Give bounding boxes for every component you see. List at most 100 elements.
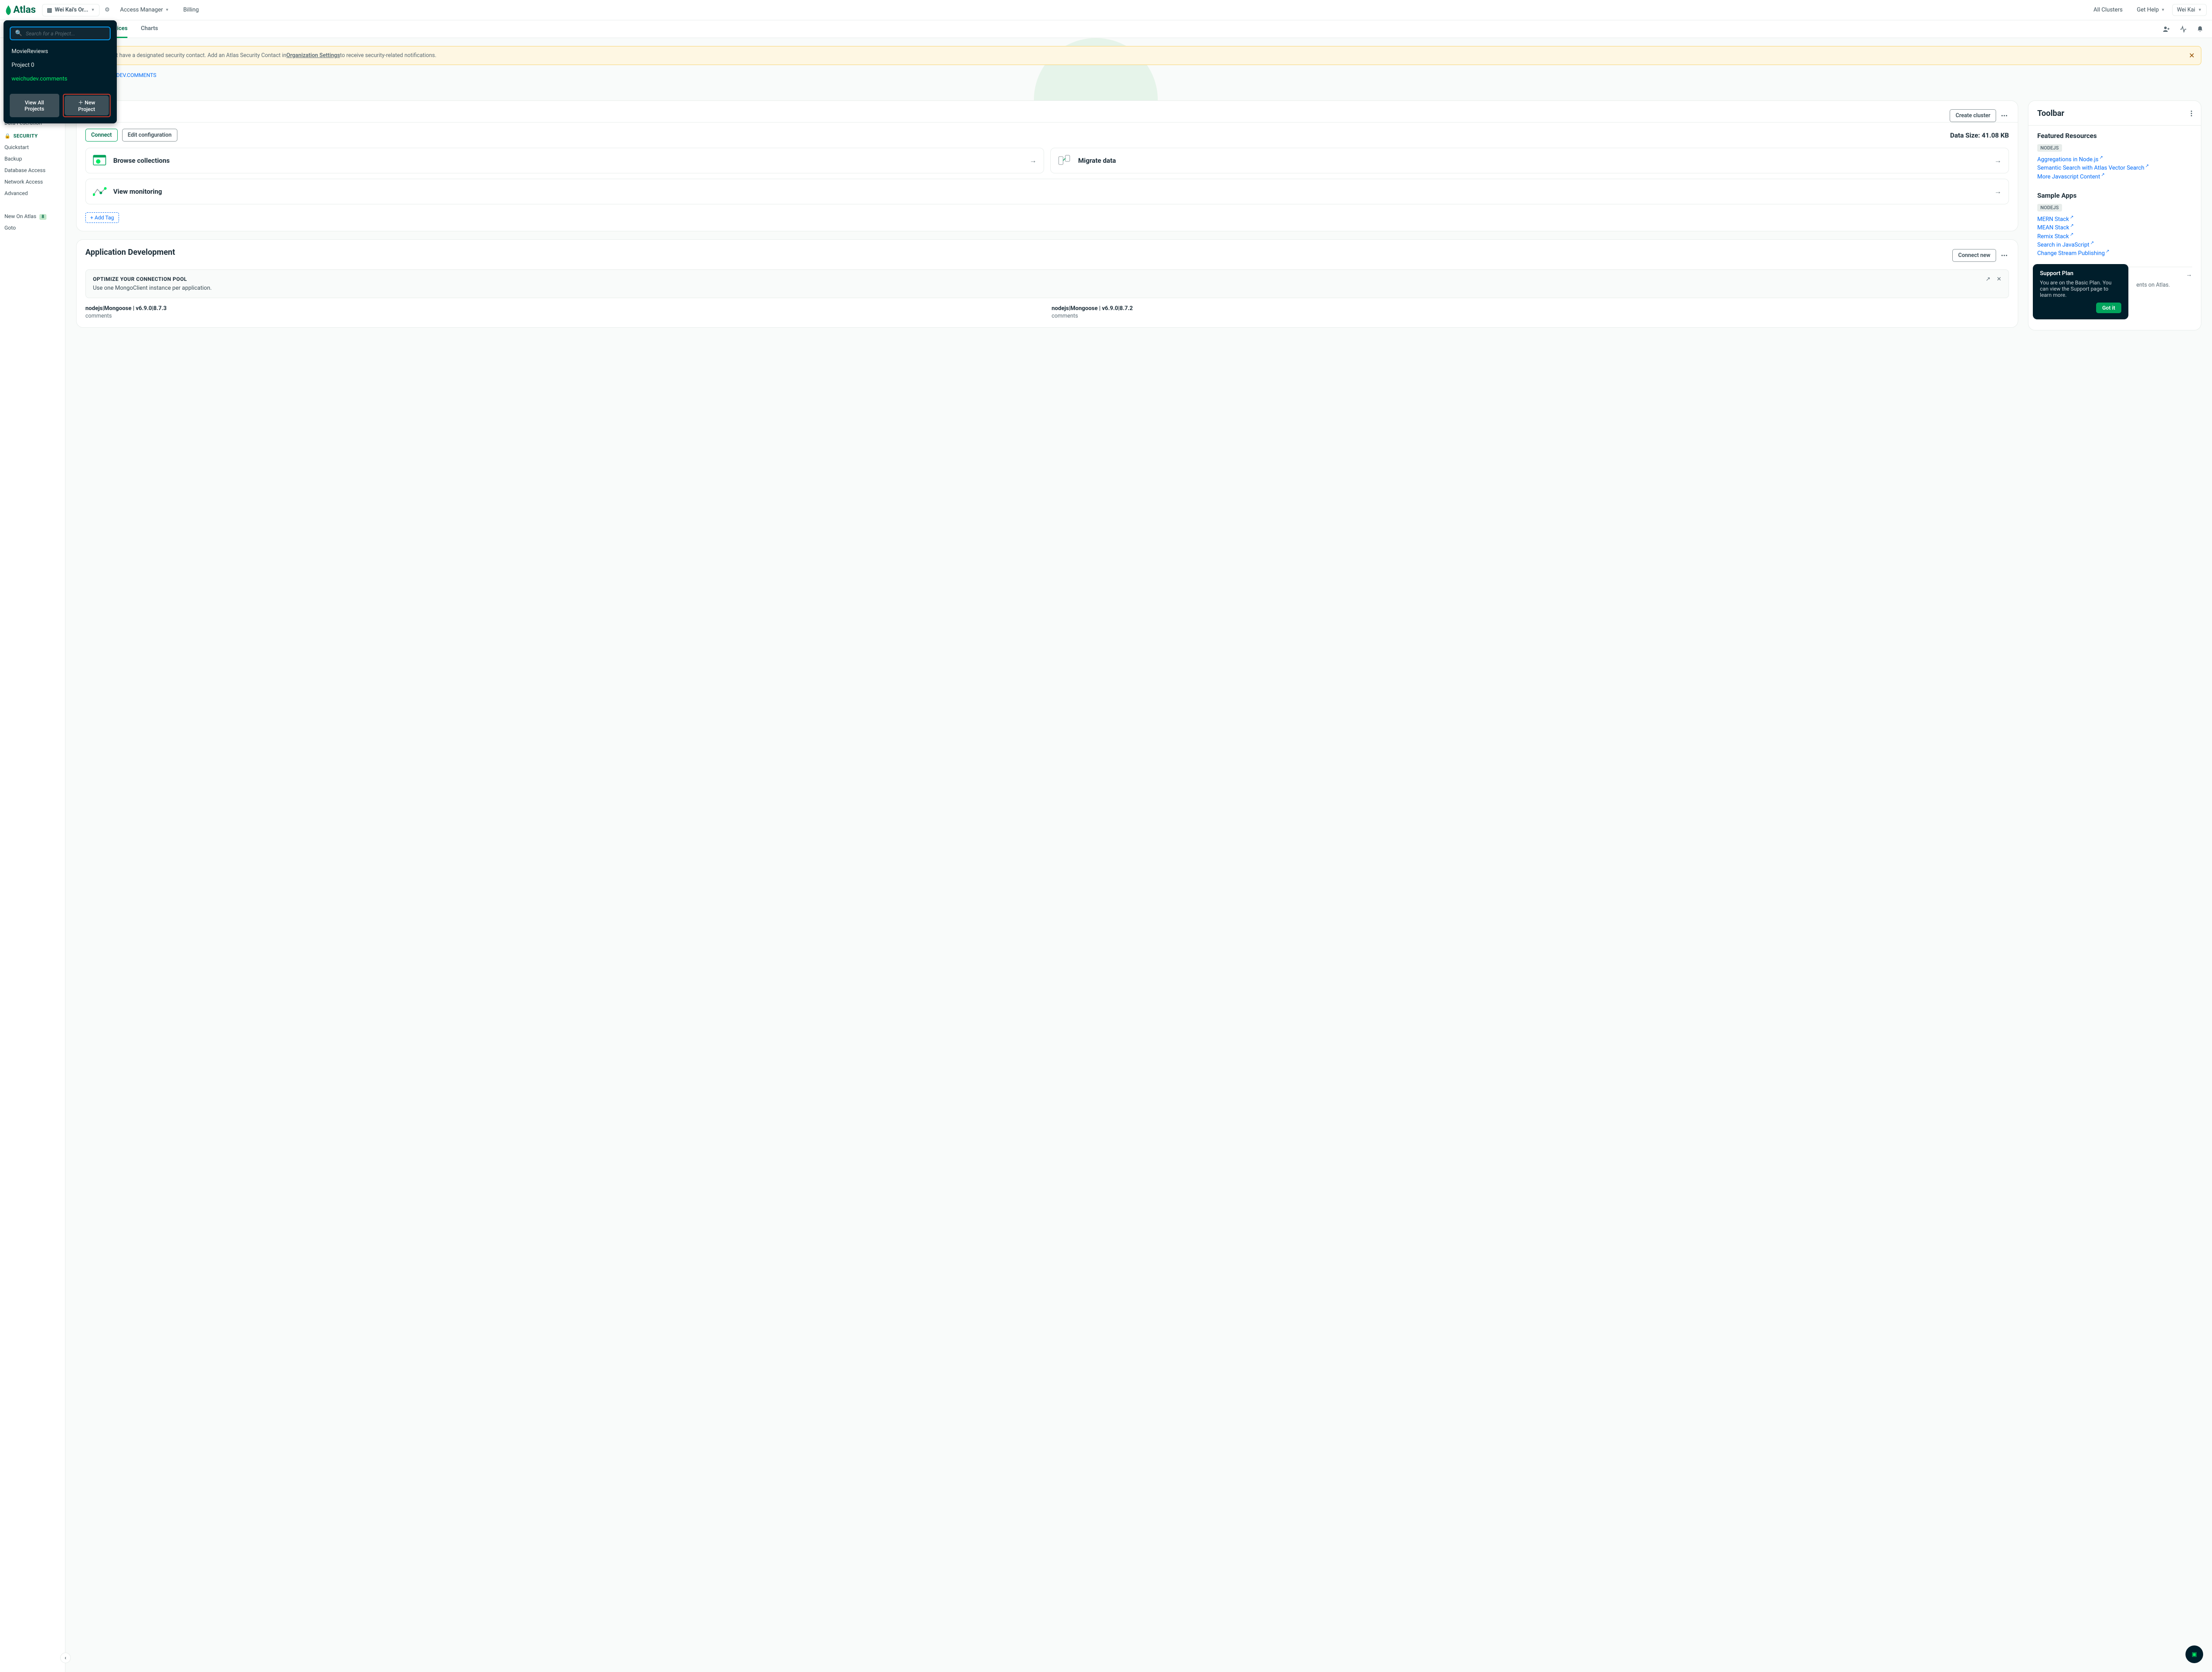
- plus-icon: ＋: [78, 100, 83, 106]
- sample-apps-label: Sample Apps: [2037, 192, 2192, 199]
- monitoring-icon: [93, 185, 107, 198]
- link-mean[interactable]: MEAN Stack↗: [2037, 223, 2192, 231]
- chevron-down-icon: ▼: [2161, 8, 2165, 12]
- migrate-label: Migrate data: [1078, 157, 1116, 165]
- collections-icon: [93, 154, 107, 167]
- connection-entry-1[interactable]: nodejs|Mongoose | v6.9.0|8.7.3 comments: [85, 305, 1043, 319]
- popover-got-it-button[interactable]: Got it: [2096, 303, 2121, 313]
- leaf-icon: [5, 5, 12, 15]
- org-name: Wei Kai's Or...: [55, 7, 88, 13]
- arrow-right-icon: →: [1994, 187, 2001, 196]
- external-icon: ↗: [2070, 232, 2074, 237]
- conn2-title: nodejs|Mongoose | v6.9.0|8.7.2: [1052, 305, 2009, 312]
- alert-text-suffix: to receive security-related notification…: [340, 52, 437, 59]
- project-dropdown: 🔍 MovieReviews Project 0 weichudev.comme…: [4, 20, 117, 123]
- main-content: ation does not have a designated securit…: [65, 38, 2212, 1672]
- external-icon: ↗: [2106, 249, 2109, 254]
- link-remix[interactable]: Remix Stack↗: [2037, 232, 2192, 240]
- new-on-atlas-label: New On Atlas: [4, 213, 36, 219]
- link-more-js[interactable]: More Javascript Content↗: [2037, 173, 2192, 180]
- toolbar-more-menu[interactable]: [2191, 111, 2192, 116]
- get-help-label: Get Help: [2137, 7, 2159, 13]
- chevron-down-icon: ▼: [91, 8, 95, 12]
- access-manager-label: Access Manager: [120, 7, 163, 13]
- view-all-projects-button[interactable]: View All Projects: [10, 94, 59, 117]
- sidebar-item-goto[interactable]: Goto: [0, 222, 65, 234]
- project-item-project0[interactable]: Project 0: [10, 58, 111, 72]
- project-search-input[interactable]: [26, 31, 105, 37]
- bell-icon[interactable]: [2193, 23, 2207, 36]
- external-icon: ↗: [2099, 155, 2103, 160]
- cluster-more-menu[interactable]: [2000, 113, 2009, 118]
- link-semantic-search[interactable]: Semantic Search with Atlas Vector Search…: [2037, 164, 2192, 171]
- org-selector[interactable]: ▥ Wei Kai's Or... ▼: [42, 4, 100, 16]
- user-menu[interactable]: Wei Kai ▼: [2172, 4, 2207, 16]
- arrow-right-icon: →: [2186, 271, 2192, 278]
- breadcrumb: -10-06 > WEICHUDEV.COMMENTS: [76, 72, 2201, 78]
- chat-fab[interactable]: ▣: [2185, 1645, 2203, 1663]
- sidebar-item-database-access[interactable]: Database Access: [0, 165, 65, 176]
- sidebar-item-network-access[interactable]: Network Access: [0, 176, 65, 188]
- tab-charts[interactable]: Charts: [141, 20, 158, 38]
- all-clusters-link[interactable]: All Clusters: [2086, 7, 2130, 13]
- building-icon: ▥: [47, 7, 52, 14]
- popover-title: Support Plan: [2040, 270, 2121, 277]
- org-settings-link[interactable]: Organization Settings: [286, 52, 340, 59]
- new-project-button[interactable]: ＋ New Project: [65, 96, 109, 115]
- link-aggregations[interactable]: Aggregations in Node.js↗: [2037, 155, 2192, 163]
- sidebar-item-advanced[interactable]: Advanced: [0, 188, 65, 199]
- brand-text: Atlas: [13, 4, 36, 15]
- access-manager-link[interactable]: Access Manager ▼: [113, 7, 176, 13]
- view-monitoring-tile[interactable]: View monitoring →: [85, 179, 2009, 204]
- sidebar: O C A S T Migration Data Federation 🔒 SE…: [0, 38, 65, 1672]
- org-settings-gear[interactable]: ⚙: [101, 4, 113, 16]
- pool-title: OPTIMIZE YOUR CONNECTION POOL: [93, 276, 212, 282]
- link-change-stream[interactable]: Change Stream Publishing↗: [2037, 249, 2192, 257]
- external-link-icon[interactable]: ↗: [1985, 276, 1990, 291]
- data-size-value: 41.08 KB: [1982, 131, 2009, 139]
- connection-entry-2[interactable]: nodejs|Mongoose | v6.9.0|8.7.2 comments: [1052, 305, 2009, 319]
- add-tag-button[interactable]: + Add Tag: [85, 212, 119, 223]
- external-icon: ↗: [2070, 223, 2074, 228]
- sidebar-item-quickstart[interactable]: Quickstart: [0, 142, 65, 153]
- connect-button[interactable]: Connect: [85, 129, 118, 142]
- nodejs-tag: NODEJS: [2037, 144, 2062, 152]
- edit-configuration-button[interactable]: Edit configuration: [122, 129, 177, 142]
- activity-icon[interactable]: [2177, 23, 2190, 36]
- featured-resources-label: Featured Resources: [2037, 132, 2192, 140]
- migrate-data-tile[interactable]: Migrate data →: [1050, 148, 2009, 173]
- project-item-moviereviews[interactable]: MovieReviews: [10, 45, 111, 58]
- external-icon: ↗: [2145, 164, 2149, 169]
- browse-collections-tile[interactable]: Browse collections →: [85, 148, 1044, 173]
- conn1-title: nodejs|Mongoose | v6.9.0|8.7.3: [85, 305, 1043, 312]
- external-icon: ↗: [2070, 215, 2074, 220]
- arrow-right-icon: →: [1994, 156, 2001, 165]
- invite-user-icon[interactable]: [2160, 23, 2173, 36]
- browse-label: Browse collections: [113, 157, 170, 165]
- sidebar-section-security: 🔒 SECURITY: [0, 129, 65, 142]
- project-search[interactable]: 🔍: [10, 27, 111, 40]
- alert-close-button[interactable]: ✕: [2189, 51, 2195, 60]
- security-contact-alert: ation does not have a designated securit…: [76, 46, 2201, 65]
- project-item-weichudev[interactable]: weichudev.comments: [10, 72, 111, 86]
- app-dev-more-menu[interactable]: [2000, 253, 2009, 258]
- arrow-right-icon: →: [1029, 156, 1037, 165]
- create-cluster-button[interactable]: Create cluster: [1950, 109, 1996, 122]
- conn1-sub: comments: [85, 313, 1043, 319]
- get-help-link[interactable]: Get Help ▼: [2130, 7, 2172, 13]
- link-search-js[interactable]: Search in JavaScript↗: [2037, 241, 2192, 248]
- billing-link[interactable]: Billing: [176, 7, 206, 13]
- pool-subtitle: Use one MongoClient instance per applica…: [93, 285, 212, 291]
- monitor-label: View monitoring: [113, 188, 162, 196]
- sidebar-item-new-on-atlas[interactable]: New On Atlas 8: [0, 211, 65, 222]
- atlas-logo: Atlas: [5, 4, 36, 15]
- connection-pool-tip: OPTIMIZE YOUR CONNECTION POOL Use one Mo…: [85, 269, 2009, 298]
- connect-new-button[interactable]: Connect new: [1952, 249, 1996, 262]
- new-count-badge: 8: [39, 214, 46, 220]
- conn2-sub: comments: [1052, 313, 2009, 319]
- close-icon[interactable]: ✕: [1997, 276, 2001, 291]
- security-label: SECURITY: [13, 133, 38, 139]
- sidebar-item-backup[interactable]: Backup: [0, 153, 65, 165]
- link-mern[interactable]: MERN Stack↗: [2037, 215, 2192, 222]
- topbar: Atlas ▥ Wei Kai's Or... ▼ ⚙ Access Manag…: [0, 0, 2212, 20]
